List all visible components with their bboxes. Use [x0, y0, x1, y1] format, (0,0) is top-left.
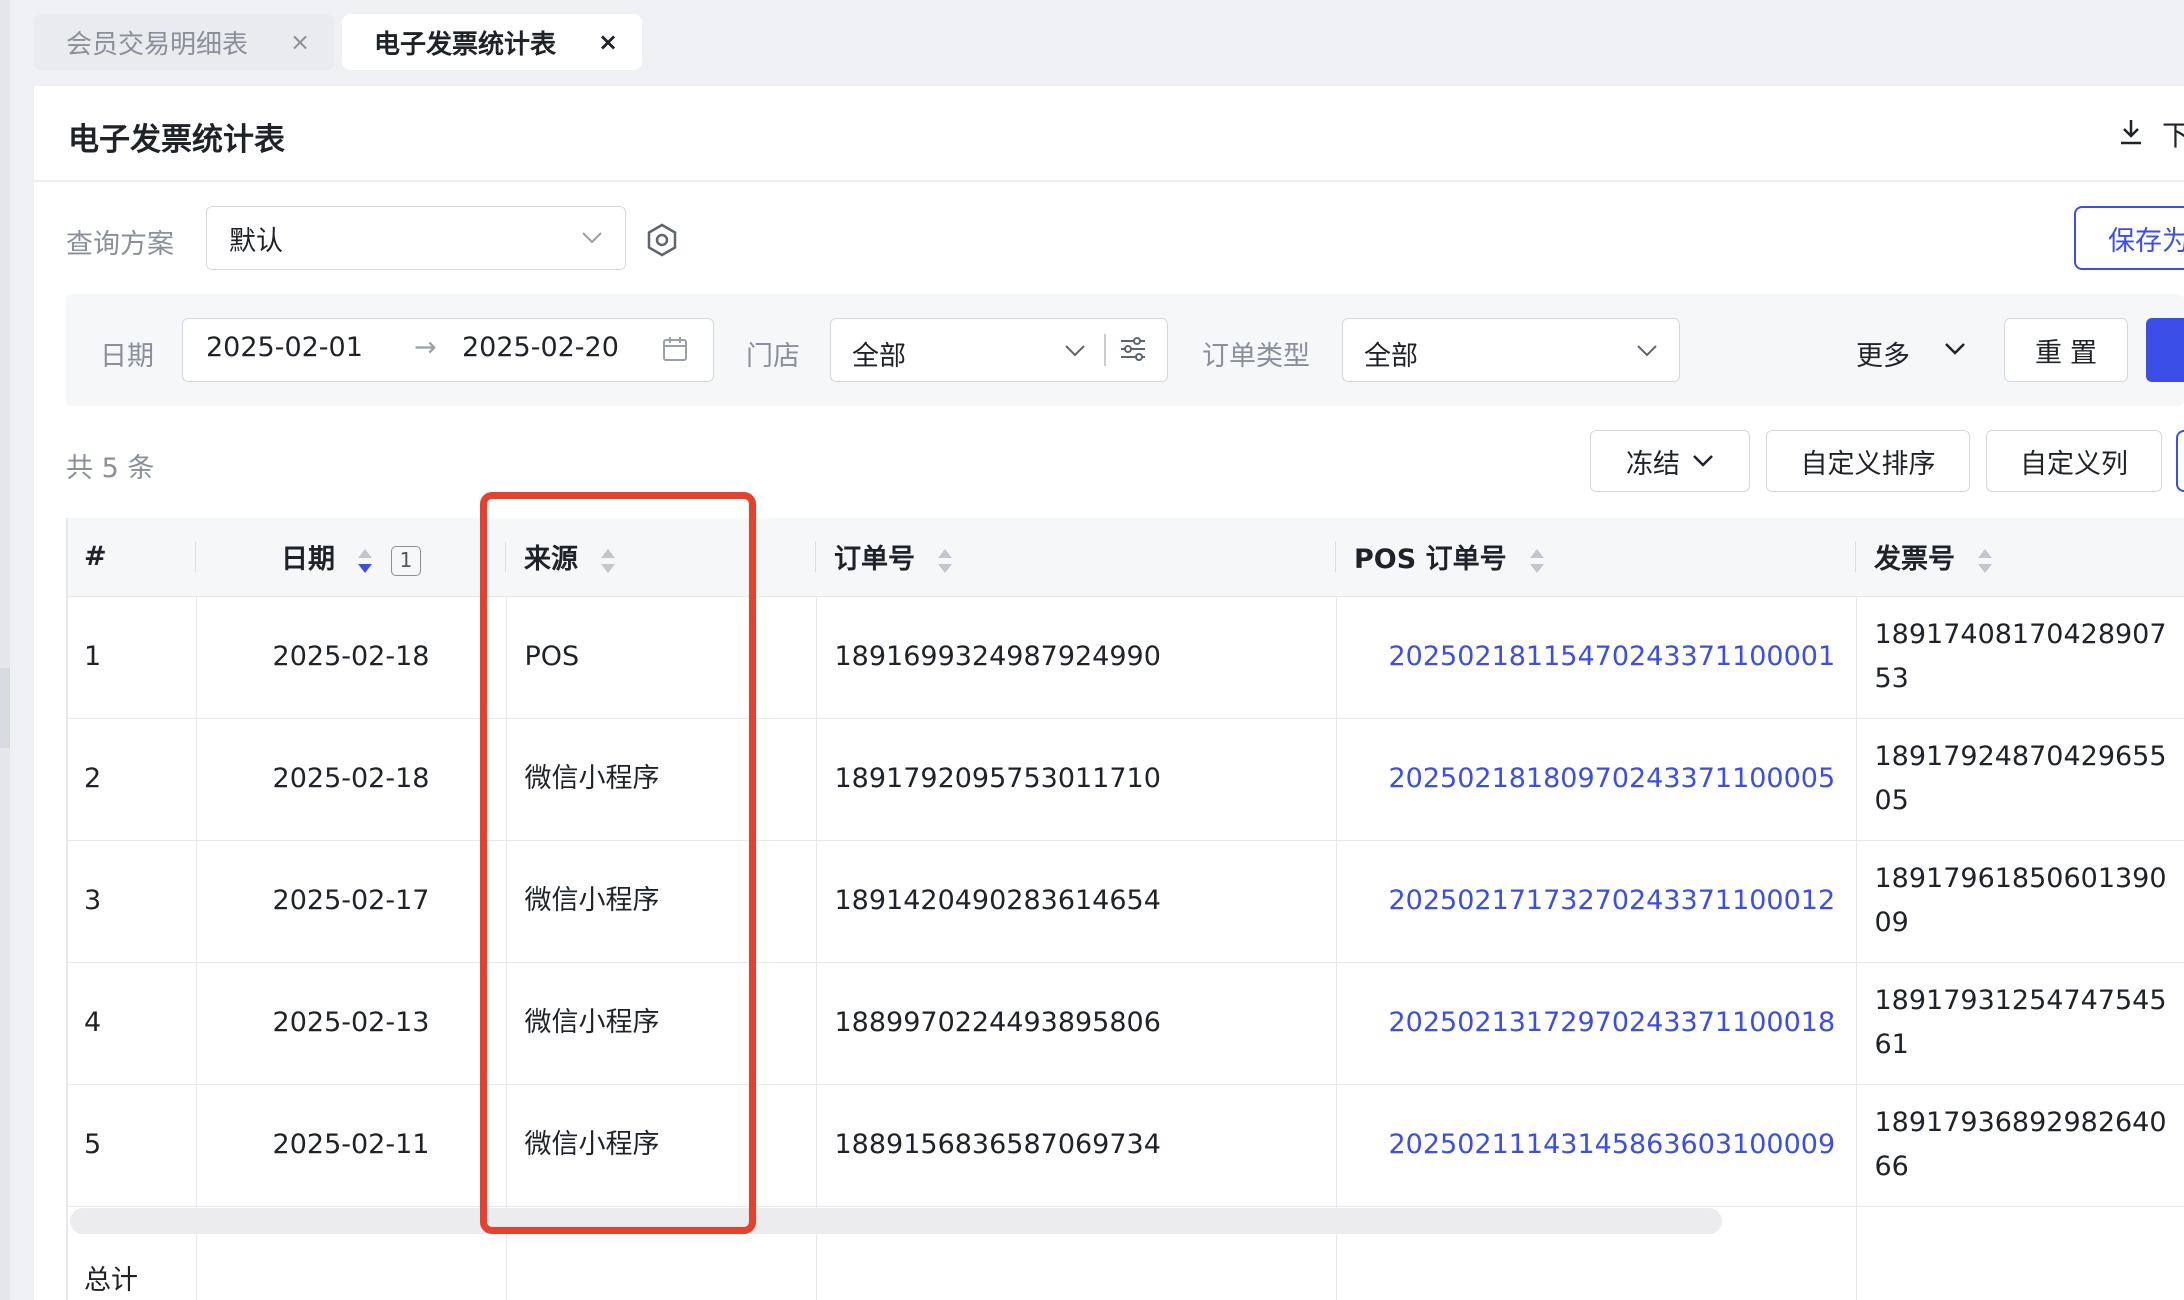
cell-invoice-no: 1891793125474754561	[1856, 962, 2184, 1085]
column-header-order-no[interactable]: 订单号	[816, 518, 1336, 597]
header-label: #	[84, 541, 107, 573]
pos-order-link[interactable]: 20250213172970243371100018	[1336, 962, 1857, 1085]
table-row[interactable]: 2 2025-02-18 微信小程序 1891792095753011710 2…	[66, 718, 2184, 841]
custom-sort-button[interactable]: 自定义排序	[1766, 430, 1970, 492]
save-as-button[interactable]: 保存为	[2074, 206, 2184, 270]
pos-order-link[interactable]: 20250217173270243371100012	[1336, 840, 1857, 963]
reset-button[interactable]: 重置	[2004, 318, 2128, 382]
chevron-down-icon	[1065, 345, 1085, 357]
cell-invoice-no: 1891740817042890753	[1856, 596, 2184, 719]
chevron-down-icon	[1637, 345, 1657, 357]
pos-order-link[interactable]: 20250218115470243371100001	[1336, 596, 1857, 719]
download-icon[interactable]	[2118, 116, 2144, 146]
close-icon[interactable]: ×	[288, 28, 312, 56]
date-end-input[interactable]: 2025-02-20	[462, 332, 619, 363]
scheme-select[interactable]: 默认	[206, 206, 626, 270]
pos-order-link[interactable]: 20250218180970243371100005	[1336, 718, 1857, 841]
scheme-label: 查询方案	[66, 229, 174, 260]
cell-order-no: 1889156836587069734	[816, 1084, 1337, 1207]
store-filter-label: 门店	[746, 341, 800, 372]
table-row[interactable]: 3 2025-02-17 微信小程序 1891420490283614654 2…	[66, 840, 2184, 963]
store-value: 全部	[852, 341, 906, 372]
cell-invoice-no: 1891796185060139009	[1856, 840, 2184, 963]
cell-date: 2025-02-17	[196, 840, 507, 963]
store-separator	[1104, 334, 1106, 366]
freeze-button[interactable]: 冻结	[1590, 430, 1750, 492]
cell-date: 2025-02-13	[196, 962, 507, 1085]
header-label: 订单号	[834, 544, 915, 576]
sort-order-badge: 1	[391, 545, 421, 576]
cell-index: 1	[66, 596, 197, 719]
page-title: 电子发票统计表	[68, 122, 285, 158]
cell-index: 3	[66, 840, 197, 963]
cell-order-no: 1891699324987924990	[816, 596, 1337, 719]
column-header-date[interactable]: 日期 1	[196, 518, 506, 597]
order-type-value: 全部	[1364, 341, 1418, 372]
table-header-row: # 日期 1 来源 订单号 POS 订单号 发票号	[66, 518, 2184, 597]
settings-icon[interactable]	[644, 222, 680, 258]
cell-invoice-no: 1891793689298264066	[1856, 1084, 2184, 1207]
query-button[interactable]	[2146, 318, 2184, 382]
horizontal-scrollbar[interactable]	[70, 1208, 1722, 1234]
sort-icon[interactable]	[1977, 547, 1993, 575]
cell-index: 5	[66, 1084, 197, 1207]
header-divider	[34, 180, 2184, 182]
custom-columns-button[interactable]: 自定义列	[1986, 430, 2162, 492]
table-row[interactable]: 1 2025-02-18 POS 1891699324987924990 202…	[66, 596, 2184, 719]
cell-date: 2025-02-11	[196, 1084, 507, 1207]
tab-e-invoice-stats[interactable]: 电子发票统计表 ×	[342, 14, 642, 70]
cell-invoice-no: 1891792487042965505	[1856, 718, 2184, 841]
header-label: POS 订单号	[1354, 544, 1507, 576]
tab-label: 电子发票统计表	[374, 29, 557, 60]
table-left-border	[66, 518, 68, 1300]
sort-icon[interactable]	[357, 547, 373, 575]
more-filters-button[interactable]: 更多	[1856, 334, 1910, 373]
tab-member-transactions[interactable]: 会员交易明细表 ×	[34, 14, 334, 70]
total-cell	[1856, 1206, 2184, 1300]
chevron-down-icon	[582, 232, 602, 244]
download-button[interactable]: 下	[2162, 114, 2184, 154]
close-icon[interactable]: ×	[596, 28, 620, 56]
scheme-value: 默认	[229, 225, 283, 257]
date-range-arrow: →	[414, 332, 437, 363]
record-count: 共 5 条	[66, 453, 155, 484]
header-label: 日期	[281, 544, 335, 576]
freeze-label: 冻结	[1626, 448, 1680, 480]
cell-order-no: 1889970224493895806	[816, 962, 1337, 1085]
chevron-down-icon	[1693, 455, 1713, 467]
toolbar-edge-button[interactable]	[2176, 430, 2184, 492]
column-header-index: #	[66, 518, 196, 597]
cell-date: 2025-02-18	[196, 718, 507, 841]
header-label: 发票号	[1874, 544, 1955, 576]
column-header-pos-order-no[interactable]: POS 订单号	[1336, 518, 1856, 597]
cell-index: 2	[66, 718, 197, 841]
chevron-down-icon[interactable]	[1944, 342, 1966, 356]
cell-order-no: 1891420490283614654	[816, 840, 1337, 963]
order-type-label: 订单类型	[1202, 341, 1310, 372]
left-nav-edge	[0, 0, 10, 1300]
invoice-table: # 日期 1 来源 订单号 POS 订单号 发票号 1 2025-02-18 PO…	[66, 518, 2184, 1300]
left-nav-handle[interactable]	[0, 668, 10, 748]
date-start-input[interactable]: 2025-02-01	[206, 332, 363, 363]
column-header-invoice-no[interactable]: 发票号	[1856, 518, 2184, 597]
sliders-icon[interactable]	[1118, 334, 1148, 364]
table-row[interactable]: 5 2025-02-11 微信小程序 1889156836587069734 2…	[66, 1084, 2184, 1207]
tab-label: 会员交易明细表	[66, 29, 249, 60]
date-filter-label: 日期	[100, 341, 154, 372]
sort-icon[interactable]	[1529, 547, 1545, 575]
source-column-highlight	[480, 492, 756, 1234]
cell-order-no: 1891792095753011710	[816, 718, 1337, 841]
cell-date: 2025-02-18	[196, 596, 507, 719]
pos-order-link[interactable]: 20250211143145863603100009	[1336, 1084, 1857, 1207]
cell-index: 4	[66, 962, 197, 1085]
sort-icon[interactable]	[937, 547, 953, 575]
table-row[interactable]: 4 2025-02-13 微信小程序 1889970224493895806 2…	[66, 962, 2184, 1085]
calendar-icon[interactable]	[662, 336, 688, 362]
